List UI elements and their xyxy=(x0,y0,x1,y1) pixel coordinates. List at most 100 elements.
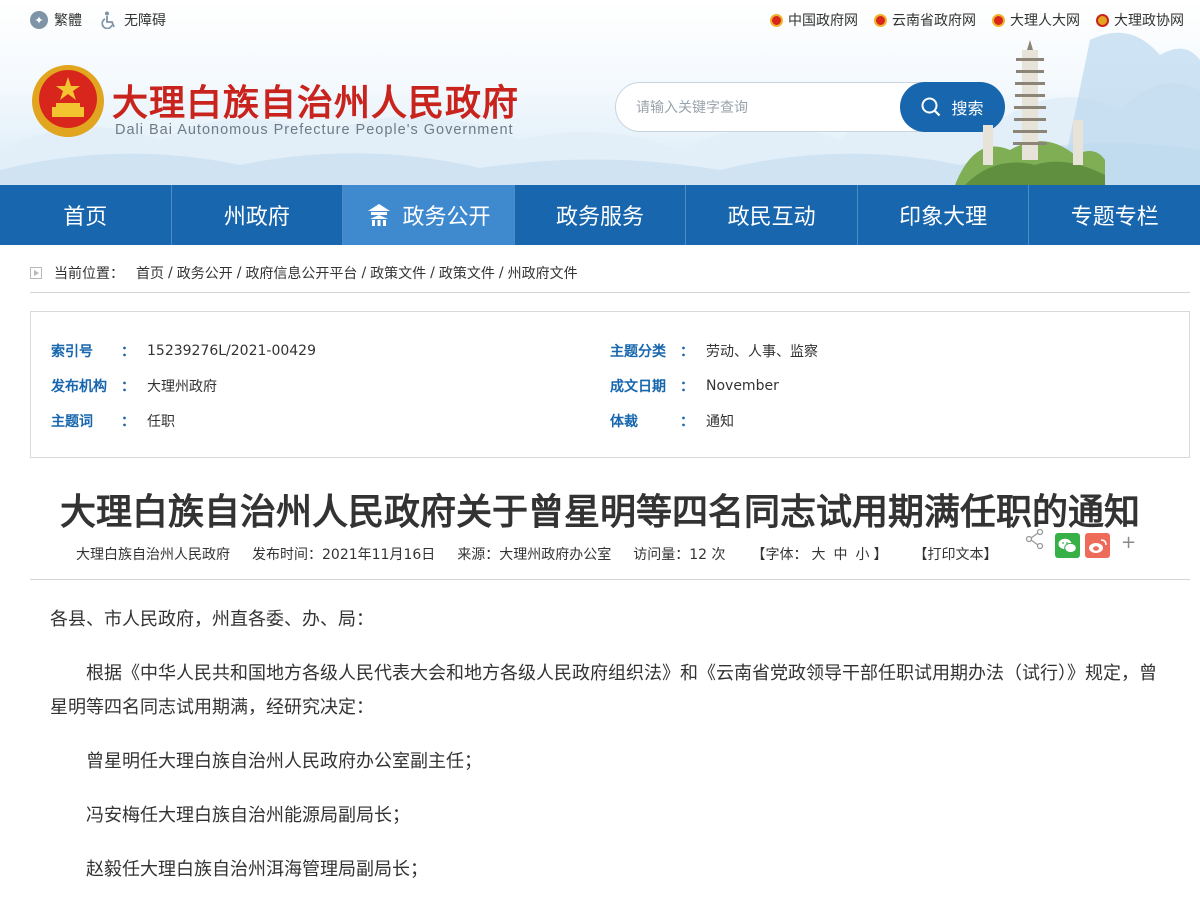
wheelchair-icon xyxy=(100,11,118,29)
font-size-bracket: 】 xyxy=(873,547,888,563)
breadcrumb-item[interactable]: 政府信息公开平台 xyxy=(245,263,357,283)
font-size-controls: 【字体：大中小】 xyxy=(752,544,888,564)
article-info-bar: 大理白族自治州人民政府 发布时间：2021年11月16日 来源：大理州政府办公室… xyxy=(76,544,1020,564)
meta-key: 索引号 xyxy=(51,344,93,360)
link-label: 云南省政府网 xyxy=(892,13,976,29)
meta-key: 成文日期 xyxy=(610,379,666,395)
meta-key: 发布机构 xyxy=(51,379,107,395)
link-china-gov[interactable]: 中国政府网 xyxy=(770,10,858,30)
meta-colon: ： xyxy=(121,379,135,395)
font-size-label: 【字体： xyxy=(751,547,808,563)
article-publish-time: 发布时间：2021年11月16日 xyxy=(252,547,436,563)
article-paragraph: 赵毅任大理白族自治州洱海管理局副局长； xyxy=(86,859,428,880)
site-subtitle: Dali Bai Autonomous Prefecture People's … xyxy=(115,122,514,138)
accessibility-link[interactable]: 无障碍 xyxy=(100,10,166,30)
print-button[interactable]: 【打印文本】 xyxy=(914,544,998,564)
wechat-share-button[interactable] xyxy=(1055,533,1080,558)
meta-key: 主题分类 xyxy=(610,344,666,360)
wechat-icon xyxy=(1058,538,1077,553)
article-paragraph: 冯安梅任大理白族自治州能源局副局长； xyxy=(86,805,410,826)
breadcrumb-label: 当前位置： xyxy=(54,265,124,282)
nav-impression-dali[interactable]: 印象大理 xyxy=(858,185,1030,245)
article-source: 来源：大理州政府办公室 xyxy=(457,547,612,563)
nav-public-interaction[interactable]: 政民互动 xyxy=(686,185,858,245)
font-medium-button[interactable]: 中 xyxy=(834,547,848,563)
meta-value: 任职 xyxy=(147,414,175,430)
link-yunnan-gov[interactable]: 云南省政府网 xyxy=(874,10,976,30)
link-label: 大理人大网 xyxy=(1010,13,1080,29)
pavilion-icon xyxy=(368,204,391,226)
breadcrumb-item[interactable]: 首页 xyxy=(136,263,164,283)
national-emblem-icon xyxy=(770,13,783,27)
article-paragraph: 各县、市人民政府，州直各委、办、局： xyxy=(50,609,374,630)
location-arrow-icon xyxy=(30,266,42,279)
weibo-share-button[interactable] xyxy=(1085,533,1110,558)
site-title: 大理白族自治州人民政府 xyxy=(112,83,520,124)
article-paragraph: 曾星明任大理白族自治州人民政府办公室副主任； xyxy=(86,751,482,772)
meta-value: 劳动、人事、监察 xyxy=(706,344,818,360)
article-visits: 访问量：12 次 xyxy=(633,547,726,563)
meta-colon: ： xyxy=(680,344,694,360)
breadcrumb-item[interactable]: 州政府文件 xyxy=(508,263,578,283)
traditional-chinese-link[interactable]: ✦ 繁體 xyxy=(30,10,82,30)
search-input[interactable] xyxy=(636,95,896,121)
pagoda-illustration xyxy=(955,40,1105,185)
national-emblem-icon xyxy=(992,13,1005,27)
breadcrumb-item[interactable]: 政策文件 xyxy=(439,263,495,283)
font-large-button[interactable]: 大 xyxy=(812,547,826,563)
meta-key: 主题词 xyxy=(51,414,93,430)
nav-prefecture-government[interactable]: 州政府 xyxy=(172,185,344,245)
share-icon[interactable] xyxy=(1024,528,1046,550)
meta-colon: ： xyxy=(121,414,135,430)
nav-label: 政民互动 xyxy=(727,205,816,230)
meta-colon: ： xyxy=(680,379,694,395)
font-small-button[interactable]: 小 xyxy=(856,547,870,563)
more-share-button[interactable]: + xyxy=(1121,532,1136,553)
breadcrumb-item[interactable]: 政策文件 xyxy=(370,263,426,283)
breadcrumb: 当前位置： 首页 / 政务公开 / 政府信息公开平台 / 政策文件 / 政策文件 / 州政… xyxy=(30,253,1190,293)
nav-label: 专题专栏 xyxy=(1070,205,1159,230)
meta-value: 15239276L/2021-00429 xyxy=(147,343,316,359)
share-bar: + xyxy=(1024,528,1136,564)
search-icon xyxy=(921,97,941,117)
accessibility-label: 无障碍 xyxy=(124,13,166,29)
link-label: 中国政府网 xyxy=(788,13,858,29)
nav-home[interactable]: 首页 xyxy=(0,185,172,245)
document-meta-box: 索引号 ： 15239276L/2021-00429 发布机构 ： 大理州政府 … xyxy=(30,311,1190,458)
nav-label: 印象大理 xyxy=(899,205,988,230)
traditional-label: 繁體 xyxy=(54,13,82,29)
meta-category: 主题分类 ： 劳动、人事、监察 xyxy=(610,341,818,361)
meta-value: 通知 xyxy=(706,414,734,430)
national-emblem-icon xyxy=(874,13,887,27)
nav-label: 政务服务 xyxy=(556,205,645,230)
cppcc-emblem-icon xyxy=(1096,13,1109,27)
breadcrumb-item[interactable]: 政务公开 xyxy=(177,263,233,283)
meta-value: November xyxy=(706,378,779,394)
nav-government-affairs[interactable]: 政务公开 xyxy=(343,185,515,245)
nav-label: 首页 xyxy=(63,205,108,230)
meta-colon: ： xyxy=(680,414,694,430)
link-dali-npc[interactable]: 大理人大网 xyxy=(992,10,1080,30)
article-body: 各县、市人民政府，州直各委、办、局： 根据《中华人民共和国地方各级人民代表大会和… xyxy=(50,603,1160,907)
meta-publisher: 发布机构 ： 大理州政府 xyxy=(51,376,217,396)
site-header: ✦ 繁體 无障碍 中国政府网 云南省政府网 大理人大网 大理政协网 大理白族自治… xyxy=(0,0,1200,185)
meta-index-no: 索引号 ： 15239276L/2021-00429 xyxy=(51,341,316,361)
article-divider xyxy=(30,579,1190,580)
nav-label: 州政府 xyxy=(223,205,290,230)
article-title: 大理白族自治州人民政府关于曾星明等四名同志试用期满任职的通知 xyxy=(59,492,1140,533)
link-dali-cppcc[interactable]: 大理政协网 xyxy=(1096,10,1184,30)
main-nav: 首页 州政府 政务公开 政务服务 政民互动 印象大理 专题专栏 xyxy=(0,185,1200,245)
national-emblem-logo xyxy=(32,65,104,137)
meta-value: 大理州政府 xyxy=(147,379,217,395)
meta-key: 体裁 xyxy=(610,414,638,430)
link-label: 大理政协网 xyxy=(1114,13,1184,29)
nav-special-topics[interactable]: 专题专栏 xyxy=(1029,185,1200,245)
article-author: 大理白族自治州人民政府 xyxy=(76,547,230,563)
weibo-icon xyxy=(1089,538,1107,553)
meta-genre: 体裁 ： 通知 xyxy=(610,411,734,431)
meta-colon: ： xyxy=(121,344,135,360)
search-box: 搜索 xyxy=(615,82,1005,132)
globe-icon: ✦ xyxy=(30,11,48,29)
nav-label: 政务公开 xyxy=(402,205,491,230)
nav-government-services[interactable]: 政务服务 xyxy=(515,185,687,245)
